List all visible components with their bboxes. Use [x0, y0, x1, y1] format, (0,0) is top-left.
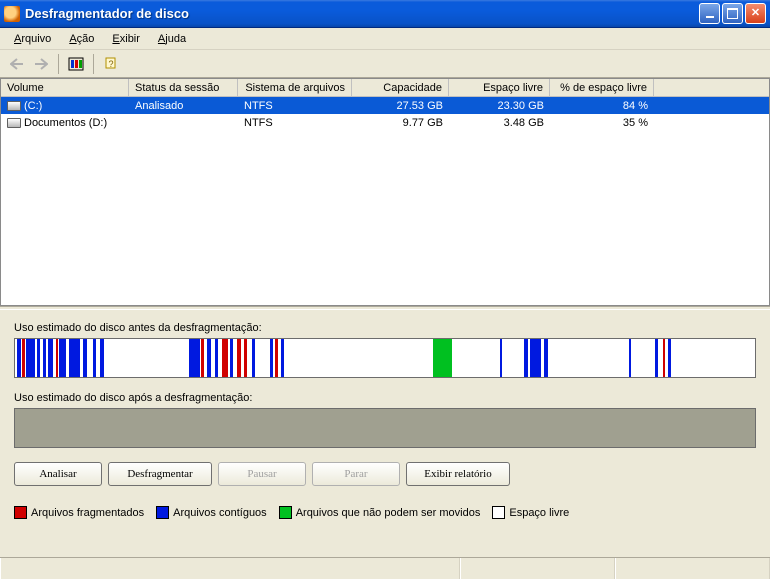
- legend-free: Espaço livre: [492, 506, 569, 519]
- volume-name: (C:): [24, 100, 42, 112]
- col-pct-free[interactable]: % de espaço livre: [550, 79, 654, 96]
- volume-list: Volume Status da sessão Sistema de arqui…: [0, 78, 770, 306]
- legend-free-label: Espaço livre: [509, 507, 569, 519]
- analysis-panel: Uso estimado do disco antes da desfragme…: [0, 310, 770, 523]
- menu-action[interactable]: Ação: [61, 31, 102, 47]
- window-title: Desfragmentador de disco: [25, 6, 699, 21]
- volume-row-c[interactable]: (C:) Analisado NTFS 27.53 GB 23.30 GB 84…: [1, 97, 769, 114]
- legend-blue-icon: [156, 506, 169, 519]
- legend-green-icon: [279, 506, 292, 519]
- col-free[interactable]: Espaço livre: [449, 79, 550, 96]
- volume-status: [129, 122, 238, 124]
- col-volume[interactable]: Volume: [1, 79, 129, 96]
- after-defrag-bar: [14, 408, 756, 448]
- before-label: Uso estimado do disco antes da desfragme…: [14, 322, 756, 334]
- status-pane-1: [0, 558, 460, 579]
- legend-unmovable: Arquivos que não podem ser movidos: [279, 506, 481, 519]
- help-tool-icon[interactable]: ?: [100, 53, 122, 75]
- pause-button: Pausar: [218, 462, 306, 486]
- svg-text:?: ?: [108, 59, 113, 69]
- defragment-button[interactable]: Desfragmentar: [108, 462, 212, 486]
- close-button[interactable]: [745, 3, 766, 24]
- before-defrag-bar: [14, 338, 756, 378]
- drive-icon: [7, 101, 21, 111]
- window-controls: [699, 3, 766, 24]
- title-bar: Desfragmentador de disco: [0, 0, 770, 28]
- status-pane-2: [460, 558, 615, 579]
- menu-view[interactable]: Exibir: [104, 31, 148, 47]
- legend: Arquivos fragmentados Arquivos contíguos…: [14, 502, 756, 519]
- volume-pct: 84 %: [550, 99, 654, 113]
- menu-file[interactable]: Arquivo: [6, 31, 59, 47]
- maximize-button[interactable]: [722, 3, 743, 24]
- toolbar-separator: [93, 54, 94, 74]
- volume-fs: NTFS: [238, 116, 352, 130]
- stop-button: Parar: [312, 462, 400, 486]
- back-button: [6, 53, 28, 75]
- legend-unmov-label: Arquivos que não podem ser movidos: [296, 507, 481, 519]
- defrag-tool-icon[interactable]: [65, 53, 87, 75]
- volume-free: 3.48 GB: [449, 116, 550, 130]
- volume-pct: 35 %: [550, 116, 654, 130]
- legend-white-icon: [492, 506, 505, 519]
- col-capacity[interactable]: Capacidade: [352, 79, 449, 96]
- legend-contig-label: Arquivos contíguos: [173, 507, 267, 519]
- menu-bar: Arquivo Ação Exibir Ajuda: [0, 28, 770, 50]
- toolbar-separator: [58, 54, 59, 74]
- status-bar: [0, 557, 770, 579]
- minimize-button[interactable]: [699, 3, 720, 24]
- status-pane-3: [615, 558, 770, 579]
- volume-name: Documentos (D:): [24, 117, 107, 129]
- volume-capacity: 9.77 GB: [352, 116, 449, 130]
- col-filesystem[interactable]: Sistema de arquivos: [238, 79, 352, 96]
- after-label: Uso estimado do disco após a desfragment…: [14, 392, 756, 404]
- button-row: Analisar Desfragmentar Pausar Parar Exib…: [14, 462, 756, 486]
- legend-contiguous: Arquivos contíguos: [156, 506, 267, 519]
- drive-icon: [7, 118, 21, 128]
- legend-frag-label: Arquivos fragmentados: [31, 507, 144, 519]
- volume-fs: NTFS: [238, 99, 352, 113]
- volume-capacity: 27.53 GB: [352, 99, 449, 113]
- toolbar: ?: [0, 50, 770, 78]
- app-icon: [4, 6, 20, 22]
- menu-help[interactable]: Ajuda: [150, 31, 194, 47]
- volume-header-row: Volume Status da sessão Sistema de arqui…: [1, 79, 769, 97]
- legend-fragmented: Arquivos fragmentados: [14, 506, 144, 519]
- volume-free: 23.30 GB: [449, 99, 550, 113]
- col-status[interactable]: Status da sessão: [129, 79, 238, 96]
- forward-button: [30, 53, 52, 75]
- volume-row-d[interactable]: Documentos (D:) NTFS 9.77 GB 3.48 GB 35 …: [1, 114, 769, 131]
- report-button[interactable]: Exibir relatório: [406, 462, 510, 486]
- analyze-button[interactable]: Analisar: [14, 462, 102, 486]
- volume-status: Analisado: [129, 99, 238, 113]
- legend-red-icon: [14, 506, 27, 519]
